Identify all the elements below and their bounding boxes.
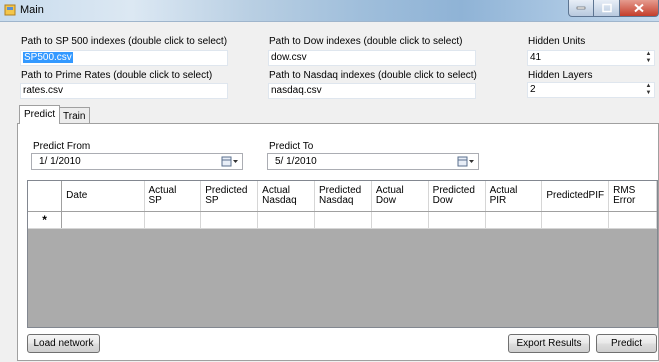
grid-cell[interactable] bbox=[314, 211, 372, 229]
sp-path-label: Path to SP 500 indexes (double click to … bbox=[21, 36, 228, 47]
grid-cell[interactable] bbox=[541, 211, 610, 229]
nasdaq-path-label: Path to Nasdaq indexes (double click to … bbox=[269, 70, 477, 81]
column-header-predicted-dow[interactable]: Predicted Dow bbox=[428, 181, 486, 212]
minimize-button[interactable] bbox=[568, 0, 594, 17]
predict-to-picker[interactable]: 5/ 1/2010 bbox=[267, 153, 479, 170]
column-header-text: Nasdaq bbox=[262, 194, 297, 206]
grid-cell[interactable] bbox=[257, 211, 315, 229]
column-header-actual-dow[interactable]: Actual Dow bbox=[371, 181, 429, 212]
prime-path-label: Path to Prime Rates (double click to sel… bbox=[21, 70, 213, 81]
results-grid[interactable]: Date Actual SP Predicted SP Actual Nasdaq P… bbox=[27, 180, 658, 328]
predict-from-label: Predict From bbox=[33, 141, 91, 152]
column-header-text: PredictedPIF bbox=[546, 189, 605, 201]
spin-up-icon[interactable]: ▲ bbox=[643, 83, 654, 90]
results-table: Date Actual SP Predicted SP Actual Nasdaq P… bbox=[28, 181, 657, 229]
column-header-text: SP bbox=[148, 194, 162, 206]
grid-cell[interactable] bbox=[200, 211, 259, 229]
column-header-date[interactable]: Date bbox=[61, 181, 145, 212]
close-icon bbox=[634, 3, 644, 13]
tab-predict[interactable]: Predict bbox=[19, 105, 61, 124]
title-bar: Main bbox=[0, 0, 659, 22]
column-header-predicted-pif[interactable]: PredictedPIF bbox=[541, 181, 610, 212]
maximize-icon bbox=[601, 3, 612, 13]
column-header-actual-nasdaq[interactable]: Actual Nasdaq bbox=[257, 181, 315, 212]
spin-down-icon[interactable]: ▼ bbox=[643, 90, 654, 97]
dow-path-label: Path to Dow indexes (double click to sel… bbox=[269, 36, 463, 47]
hidden-units-field[interactable]: 41 ▲ ▼ bbox=[527, 50, 655, 66]
predict-from-picker[interactable]: 1/ 1/2010 bbox=[31, 153, 243, 170]
predict-button[interactable]: Predict bbox=[596, 334, 657, 353]
column-header-text: PIR bbox=[489, 194, 507, 206]
close-button[interactable] bbox=[620, 0, 659, 17]
calendar-dropdown-icon[interactable] bbox=[221, 156, 239, 167]
grid-cell[interactable] bbox=[428, 211, 486, 229]
column-header-text: Date bbox=[66, 189, 88, 201]
column-header-text: Dow bbox=[375, 194, 396, 206]
window-title: Main bbox=[20, 4, 44, 16]
calendar-dropdown-icon[interactable] bbox=[457, 156, 475, 167]
column-header-text: Error bbox=[613, 194, 636, 206]
column-header-rms-error[interactable]: RMS Error bbox=[608, 181, 657, 212]
hidden-layers-label: Hidden Layers bbox=[528, 70, 593, 81]
hidden-layers-field[interactable]: 2 ▲ ▼ bbox=[527, 82, 655, 98]
grid-cell[interactable] bbox=[144, 211, 202, 229]
minimize-icon bbox=[576, 6, 586, 10]
spin-down-icon[interactable]: ▼ bbox=[643, 58, 654, 65]
column-header-actual-sp[interactable]: Actual SP bbox=[144, 181, 202, 212]
dow-path-value: dow.csv bbox=[271, 52, 307, 63]
tab-train[interactable]: Train bbox=[58, 107, 91, 123]
column-header-text: SP bbox=[205, 194, 219, 206]
grid-cell[interactable] bbox=[61, 211, 145, 229]
new-row-marker: * bbox=[28, 211, 63, 229]
grid-cell[interactable] bbox=[608, 211, 657, 229]
grid-cell[interactable] bbox=[371, 211, 429, 229]
predict-to-value: 5/ 1/2010 bbox=[275, 156, 317, 167]
grid-header-row: Date Actual SP Predicted SP Actual Nasdaq P… bbox=[28, 181, 657, 212]
prime-path-field[interactable]: rates.csv bbox=[20, 83, 228, 99]
grid-cell[interactable] bbox=[485, 211, 543, 229]
row-header-corner[interactable] bbox=[28, 181, 63, 212]
sp-path-field[interactable]: SP500.csv bbox=[20, 50, 228, 66]
dow-path-field[interactable]: dow.csv bbox=[268, 50, 476, 66]
hidden-units-spinner[interactable]: ▲ ▼ bbox=[643, 51, 654, 65]
sp-path-value: SP500.csv bbox=[23, 52, 73, 63]
grid-new-row[interactable]: * bbox=[28, 211, 657, 229]
column-header-text: Dow bbox=[432, 194, 453, 206]
column-header-text: Nasdaq bbox=[319, 194, 354, 206]
nasdaq-path-field[interactable]: nasdaq.csv bbox=[268, 83, 476, 99]
hidden-units-label: Hidden Units bbox=[528, 36, 586, 47]
prime-path-value: rates.csv bbox=[23, 85, 64, 96]
nasdaq-path-value: nasdaq.csv bbox=[271, 85, 322, 96]
column-header-predicted-sp[interactable]: Predicted SP bbox=[200, 181, 259, 212]
maximize-button[interactable] bbox=[594, 0, 620, 17]
hidden-layers-value: 2 bbox=[530, 84, 536, 95]
hidden-layers-spinner[interactable]: ▲ ▼ bbox=[643, 83, 654, 97]
predict-to-label: Predict To bbox=[269, 141, 314, 152]
load-network-button[interactable]: Load network bbox=[27, 334, 100, 353]
hidden-units-value: 41 bbox=[530, 52, 542, 63]
column-header-predicted-nasdaq[interactable]: Predicted Nasdaq bbox=[314, 181, 372, 212]
spin-up-icon[interactable]: ▲ bbox=[643, 51, 654, 58]
predict-from-value: 1/ 1/2010 bbox=[39, 156, 81, 167]
export-results-button[interactable]: Export Results bbox=[508, 334, 590, 353]
column-header-actual-pir[interactable]: Actual PIR bbox=[485, 181, 543, 212]
app-icon bbox=[4, 4, 16, 16]
